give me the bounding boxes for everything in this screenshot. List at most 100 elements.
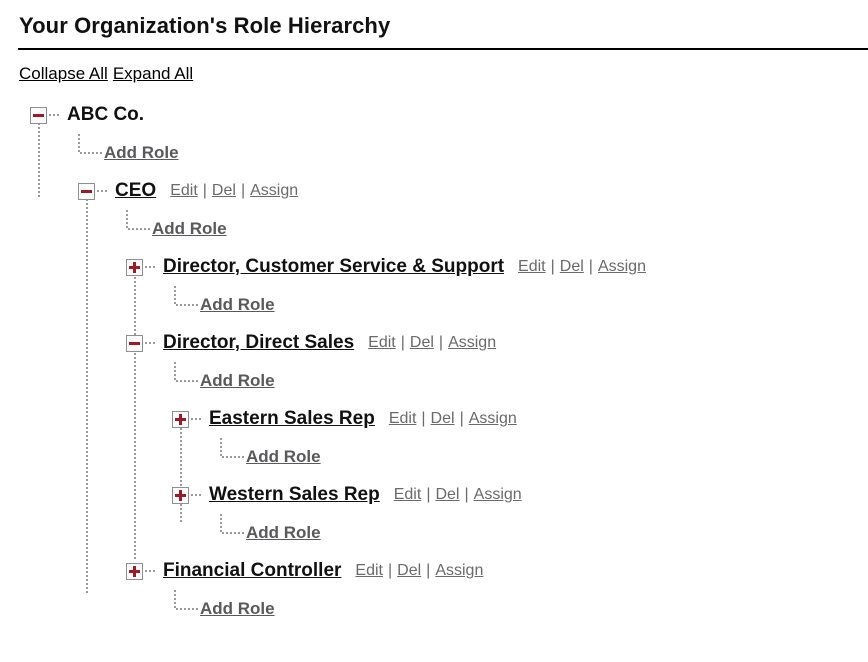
expand-icon[interactable] — [172, 410, 189, 428]
assign-link[interactable]: Assign — [598, 258, 646, 275]
tree-node-financial-controller: Financial Controller Edit | Del | Assign — [126, 552, 483, 590]
connector-horizontal — [80, 152, 104, 154]
node-label-western-sales-rep[interactable]: Western Sales Rep — [209, 484, 380, 506]
action-separator: | — [426, 562, 431, 579]
connector-vertical — [220, 438, 222, 457]
add-role-link[interactable]: Add Role — [246, 523, 321, 543]
tree-connector — [174, 362, 200, 400]
minus-glyph — [81, 189, 92, 193]
connector-dots — [191, 494, 203, 496]
table-row: Director, Direct Sales Edit | Del | Assign — [0, 324, 868, 362]
node-actions: Edit | Del | Assign — [389, 410, 517, 428]
tree-node-western-sales-rep: Western Sales Rep Edit | Del | Assign — [172, 476, 522, 514]
connector-vertical — [174, 362, 176, 381]
del-link[interactable]: Del — [560, 258, 584, 275]
node-label-director-direct-sales[interactable]: Director, Direct Sales — [163, 332, 354, 354]
tree-node-eastern-sales-rep: Eastern Sales Rep Edit | Del | Assign — [172, 400, 517, 438]
edit-link[interactable]: Edit — [355, 562, 383, 579]
tree-connector — [220, 438, 246, 476]
node-label-root: ABC Co. — [67, 104, 145, 125]
assign-link[interactable]: Assign — [435, 562, 483, 579]
minus-glyph — [129, 341, 140, 345]
action-separator: | — [421, 410, 426, 427]
connector-horizontal — [222, 456, 246, 458]
del-link[interactable]: Del — [410, 334, 434, 351]
action-separator: | — [388, 562, 393, 579]
assign-link[interactable]: Assign — [469, 410, 517, 427]
edit-link[interactable]: Edit — [389, 410, 417, 427]
node-actions: Edit | Del | Assign — [355, 562, 483, 580]
del-link[interactable]: Del — [397, 562, 421, 579]
action-separator: | — [240, 182, 246, 199]
del-link[interactable]: Del — [431, 410, 455, 427]
edit-link[interactable]: Edit — [394, 486, 422, 503]
tree-connector — [126, 210, 152, 248]
node-actions: Edit | Del | Assign — [170, 182, 298, 200]
collapse-icon[interactable] — [78, 182, 95, 200]
node-actions: Edit | Del | Assign — [394, 486, 522, 504]
node-label-eastern-sales-rep[interactable]: Eastern Sales Rep — [209, 408, 375, 430]
connector-horizontal — [176, 304, 200, 306]
action-separator: | — [426, 486, 431, 503]
tree-node-director-customer-service: Director, Customer Service & Support Edi… — [126, 248, 646, 286]
plus-glyph-vertical — [133, 261, 136, 273]
connector-dots — [49, 114, 61, 116]
expand-icon[interactable] — [172, 486, 189, 504]
edit-link[interactable]: Edit — [170, 182, 198, 199]
edit-link[interactable]: Edit — [368, 334, 396, 351]
plus-glyph-vertical — [133, 565, 136, 577]
connector-horizontal — [128, 228, 152, 230]
collapse-icon[interactable] — [126, 334, 143, 352]
expand-icon[interactable] — [126, 562, 143, 580]
del-link[interactable]: Del — [212, 182, 236, 199]
table-row: Add Role — [0, 286, 868, 324]
table-row: Add Role — [0, 514, 868, 552]
table-row: CEO Edit | Del | Assign — [0, 172, 868, 210]
connector-vertical — [220, 514, 222, 533]
add-role-link[interactable]: Add Role — [152, 219, 227, 239]
assign-link[interactable]: Assign — [250, 182, 298, 199]
add-role-link[interactable]: Add Role — [246, 447, 321, 467]
node-label-ceo[interactable]: CEO — [115, 180, 156, 202]
table-row: Add Role — [0, 210, 868, 248]
tree-connector — [174, 590, 200, 628]
role-hierarchy-tree: ABC Co. Add Role CEO Edit|Del|Assign — [0, 96, 868, 628]
title-divider — [18, 48, 868, 50]
action-separator: | — [400, 334, 405, 351]
collapse-all-link[interactable]: Collapse All — [19, 64, 108, 83]
add-role-link[interactable]: Add Role — [200, 371, 275, 391]
page-title: Your Organization's Role Hierarchy — [19, 13, 391, 38]
table-row: Financial Controller Edit | Del | Assign — [0, 552, 868, 590]
action-separator: | — [438, 334, 444, 351]
tree-toolbar: Collapse All Expand All — [19, 64, 193, 84]
action-separator: | — [550, 258, 555, 275]
minus-glyph — [33, 113, 44, 117]
add-role-link[interactable]: Add Role — [104, 143, 179, 163]
add-role-link[interactable]: Add Role — [200, 295, 275, 315]
connector-dots — [97, 190, 109, 192]
table-row: Add Role — [0, 438, 868, 476]
connector-dots — [145, 570, 157, 572]
table-row: Add Role — [0, 590, 868, 628]
table-row: Director, Customer Service & Support Edi… — [0, 248, 868, 286]
collapse-icon[interactable] — [30, 106, 47, 124]
assign-link[interactable]: Assign — [448, 334, 496, 351]
edit-link[interactable]: Edit — [518, 258, 546, 275]
expand-icon[interactable] — [126, 258, 143, 276]
action-separator: | — [588, 258, 593, 275]
expand-all-link[interactable]: Expand All — [113, 64, 193, 83]
tree-node-root: ABC Co. — [30, 96, 144, 134]
add-role-row-director-direct-sales: Add Role — [174, 362, 275, 400]
add-role-link[interactable]: Add Role — [200, 599, 275, 619]
add-role-row-eastern-sales-rep: Add Role — [220, 438, 321, 476]
node-label-director-customer-service[interactable]: Director, Customer Service & Support — [163, 256, 504, 278]
add-role-row-ceo: Add Role — [126, 210, 227, 248]
connector-dots — [191, 418, 203, 420]
action-separator: | — [202, 182, 207, 199]
assign-link[interactable]: Assign — [474, 486, 522, 503]
add-role-row-director-customer-service: Add Role — [174, 286, 275, 324]
table-row: ABC Co. — [0, 96, 868, 134]
connector-horizontal — [176, 608, 200, 610]
del-link[interactable]: Del — [435, 486, 459, 503]
node-label-financial-controller[interactable]: Financial Controller — [163, 560, 341, 582]
